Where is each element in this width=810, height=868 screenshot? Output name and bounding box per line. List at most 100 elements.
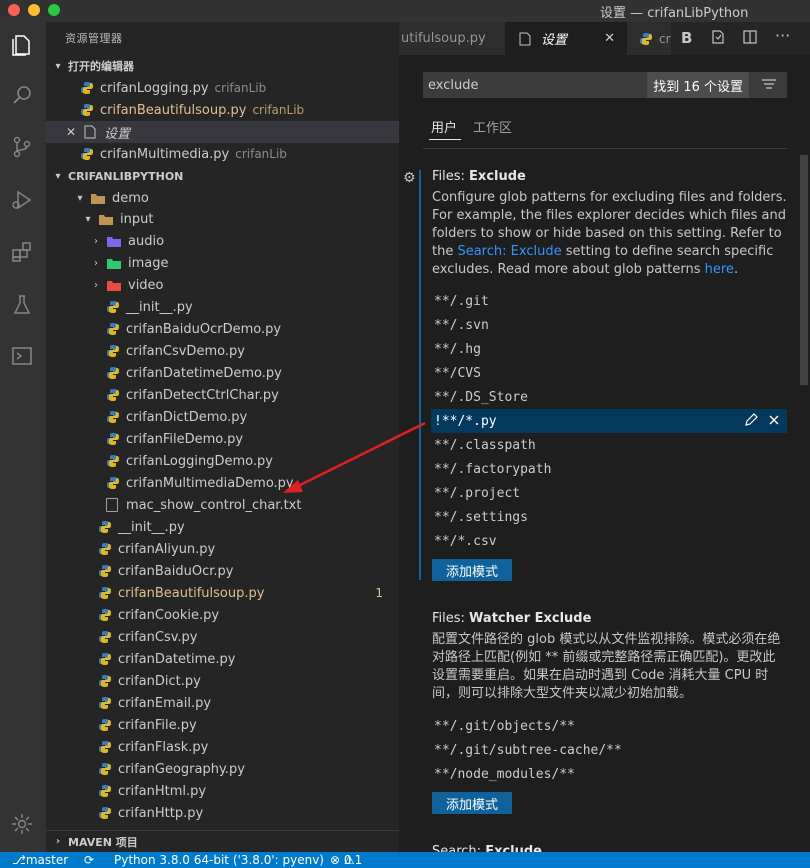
search-icon[interactable] [7, 80, 37, 110]
remove-icon[interactable] [767, 412, 781, 428]
tree-file[interactable]: crifanHttp.py [46, 802, 399, 824]
tab-other[interactable]: cr [627, 22, 671, 55]
project-header[interactable]: ▾ CRIFANLIBPYTHON [46, 165, 399, 187]
testing-icon[interactable] [7, 290, 37, 320]
watcher-pattern-item[interactable]: **/.git/subtree-cache/** [434, 738, 787, 762]
glob-patterns-link[interactable]: here [705, 262, 734, 277]
problems-indicator[interactable]: ⊗ 0 ⚠ 1 [330, 852, 362, 868]
editor-scrollbar[interactable] [800, 155, 808, 385]
exclude-pattern-item[interactable]: **/.factorypath [434, 457, 787, 481]
exclude-pattern-item[interactable]: **/*.csv [434, 529, 787, 553]
exclude-pattern-item[interactable]: **/.DS_Store [434, 385, 787, 409]
python-file-icon [99, 565, 111, 577]
open-editor-item[interactable]: ✕ 设置 [46, 121, 399, 143]
split-editor-icon[interactable] [742, 29, 758, 49]
source-control-icon[interactable] [7, 132, 37, 162]
tab-user[interactable]: 用户 [431, 117, 457, 136]
exclude-pattern-item[interactable]: **/.classpath [434, 433, 787, 457]
tree-item-label: crifanDetectCtrlChar.py [126, 387, 279, 403]
tree-file[interactable]: __init__.py [46, 296, 399, 318]
tree-file[interactable]: crifanLoggingDemo.py [46, 450, 399, 472]
tree-file[interactable]: crifanFile.py [46, 714, 399, 736]
python-file-icon [99, 785, 111, 797]
add-pattern-button[interactable]: 添加模式 [432, 559, 513, 581]
python-file-icon [99, 741, 111, 753]
exclude-pattern-item[interactable]: **/CVS [434, 361, 787, 385]
python-interpreter[interactable]: Python 3.8.0 64-bit ('3.8.0': pyenv) [114, 852, 324, 868]
exclude-pattern-item[interactable]: !**/*.py [431, 409, 787, 433]
setting-gear-icon[interactable]: ⚙ [403, 170, 416, 186]
close-icon[interactable]: ✕ [604, 31, 615, 46]
open-json-icon[interactable] [710, 29, 726, 49]
activity-bar [0, 22, 46, 852]
tree-file[interactable]: crifanDict.py [46, 670, 399, 692]
open-editor-item[interactable]: crifanBeautifulsoup.py crifanLib [46, 99, 399, 121]
tree-file[interactable]: crifanCookie.py [46, 604, 399, 626]
exclude-pattern-item[interactable]: **/.svn [434, 313, 787, 337]
exclude-pattern-item[interactable]: **/.hg [434, 337, 787, 361]
tree-file[interactable]: crifanGeography.py [46, 758, 399, 780]
tree-file[interactable]: crifanDictDemo.py [46, 406, 399, 428]
open-editor-item[interactable]: crifanLogging.py crifanLib [46, 77, 399, 99]
python-file-icon [99, 587, 111, 599]
maven-header[interactable]: › MAVEN 项目 [46, 830, 399, 852]
exclude-pattern-item[interactable]: **/.settings [434, 505, 787, 529]
tree-folder[interactable]: › video [46, 274, 399, 296]
sync-icon[interactable]: ⟳ [84, 852, 94, 868]
tree-file[interactable]: __init__.py [46, 516, 399, 538]
add-watcher-pattern-button[interactable]: 添加模式 [432, 792, 513, 814]
python-file-icon [99, 543, 111, 555]
explorer-icon[interactable] [7, 30, 37, 60]
edit-icon[interactable] [743, 412, 759, 428]
open-editor-item[interactable]: crifanMultimedia.py crifanLib [46, 143, 399, 165]
exclude-pattern-item[interactable]: **/.project [434, 481, 787, 505]
tree-file[interactable]: crifanCsv.py [46, 626, 399, 648]
tree-file[interactable]: crifanBaiduOcr.py [46, 560, 399, 582]
tree-file[interactable]: crifanDetectCtrlChar.py [46, 384, 399, 406]
tab-settings[interactable]: 设置 ✕ [505, 22, 627, 55]
run-debug-icon[interactable] [7, 185, 37, 215]
tree-file[interactable]: crifanFileDemo.py [46, 428, 399, 450]
tree-file[interactable]: crifanAliyun.py [46, 538, 399, 560]
python-repl-icon[interactable] [7, 341, 37, 371]
tree-folder[interactable]: › image [46, 252, 399, 274]
settings-gear-icon[interactable] [7, 809, 37, 839]
tree-file[interactable]: crifanBaiduOcrDemo.py [46, 318, 399, 340]
branch-indicator[interactable]: ⎇ master [12, 852, 68, 868]
settings-file-icon [519, 32, 531, 45]
watcher-pattern-item[interactable]: **/.git/objects/** [434, 714, 787, 738]
tab-beautifulsoup[interactable]: utifulsoup.py [399, 22, 505, 55]
extensions-icon[interactable] [7, 237, 37, 267]
search-exclude-link[interactable]: Search: Exclude [457, 244, 561, 259]
explorer-title: 资源管理器 [65, 32, 123, 45]
open-editor-folder-hint: crifanLib [214, 81, 267, 95]
tree-item-label: __init__.py [126, 299, 193, 315]
tree-file[interactable]: crifanHtml.py [46, 780, 399, 802]
tab-workspace[interactable]: 工作区 [473, 117, 512, 136]
tree-file[interactable]: crifanMultimediaDemo.py [46, 472, 399, 494]
tree-file[interactable]: crifanFlask.py [46, 736, 399, 758]
more-icon[interactable]: ··· [775, 26, 790, 45]
open-editors-header[interactable]: ▾ 打开的编辑器 [46, 55, 399, 77]
watcher-pattern-item[interactable]: **/node_modules/** [434, 762, 787, 786]
folder-open-icon [91, 193, 105, 204]
window-close-button[interactable] [8, 4, 20, 16]
tree-file[interactable]: crifanDatetimeDemo.py [46, 362, 399, 384]
window-minimize-button[interactable] [28, 4, 40, 16]
window-maximize-button[interactable] [48, 4, 60, 16]
close-icon[interactable]: ✕ [66, 125, 80, 139]
tree-folder[interactable]: ▾ demo [46, 187, 399, 209]
chevron-down-icon: ▾ [55, 60, 61, 72]
settings-search-input[interactable]: exclude 找到 16 个设置 [423, 72, 787, 98]
tree-folder[interactable]: ▾ input [46, 208, 399, 230]
exclude-pattern-item[interactable]: **/.git [434, 289, 787, 313]
clear-filter-icon[interactable] [761, 77, 777, 95]
tree-file[interactable]: crifanDatetime.py [46, 648, 399, 670]
tree-file[interactable]: crifanBeautifulsoup.py 1 [46, 582, 399, 604]
bold-icon[interactable]: B [681, 29, 692, 47]
tree-folder[interactable]: › audio [46, 230, 399, 252]
tree-file[interactable]: crifanEmail.py [46, 692, 399, 714]
tree-file[interactable]: mac_show_control_char.txt [46, 494, 399, 516]
folder-icon [107, 280, 121, 291]
tree-file[interactable]: crifanCsvDemo.py [46, 340, 399, 362]
